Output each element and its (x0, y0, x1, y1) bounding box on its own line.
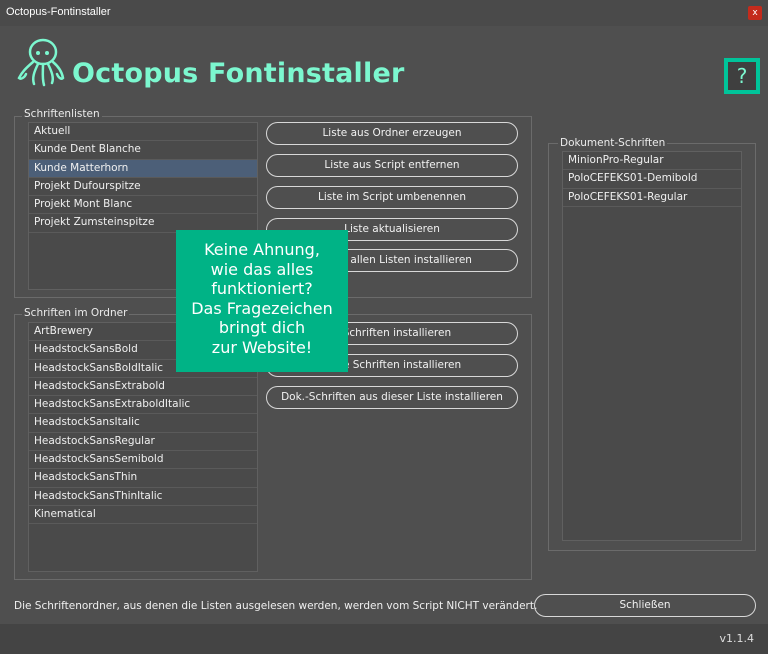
create-list-from-folder-button[interactable]: Liste aus Ordner erzeugen (266, 122, 518, 145)
app-title: Octopus Fontinstaller (72, 58, 405, 89)
list-item[interactable]: Projekt Mont Blanc (29, 196, 257, 215)
list-item[interactable]: PoloCEFEKS01-Demibold (563, 170, 741, 189)
version-label: v1.1.4 (719, 632, 755, 645)
list-item[interactable]: HeadstockSansSemibold (29, 451, 257, 470)
document-fonts-group-label: Dokument-Schriften (558, 137, 668, 149)
document-fonts-listbox[interactable]: MinionPro-Regular PoloCEFEKS01-Demibold … (562, 151, 742, 541)
tooltip-line: Keine Ahnung, (204, 240, 320, 259)
list-item[interactable]: MinionPro-Regular (563, 152, 741, 171)
list-item[interactable]: Kinematical (29, 506, 257, 525)
footer-note: Die Schriftenordner, aus denen die Liste… (14, 600, 538, 612)
title-bar: Octopus-Fontinstaller x (0, 0, 768, 26)
folder-fonts-group-label: Schriften im Ordner (22, 307, 130, 319)
list-item[interactable]: HeadstockSansThin (29, 469, 257, 488)
list-item[interactable]: Aktuell (29, 123, 257, 142)
list-item[interactable]: Kunde Dent Blanche (29, 141, 257, 160)
list-item[interactable]: HeadstockSansExtrabold (29, 378, 257, 397)
tooltip-line: zur Website! (211, 337, 313, 357)
list-item[interactable]: Projekt Dufourspitze (29, 178, 257, 197)
close-icon[interactable]: x (748, 6, 762, 20)
help-tooltip: Keine Ahnung, wie das alles funktioniert… (176, 230, 348, 372)
help-button[interactable]: ? (724, 58, 760, 94)
install-doc-fonts-button[interactable]: Dok.-Schriften aus dieser Liste installi… (266, 386, 518, 409)
rename-list-button[interactable]: Liste im Script umbenennen (266, 186, 518, 209)
close-button[interactable]: Schließen (534, 594, 756, 617)
status-bar: v1.1.4 (0, 624, 768, 654)
list-item[interactable]: PoloCEFEKS01-Regular (563, 189, 741, 207)
octopus-logo (17, 38, 65, 87)
list-item[interactable]: HeadstockSansItalic (29, 414, 257, 433)
tooltip-line: bringt dich (218, 318, 306, 338)
tooltip-line: funktioniert? (211, 279, 313, 299)
list-item[interactable]: HeadstockSansRegular (29, 433, 257, 452)
list-item[interactable]: HeadstockSansThinItalic (29, 488, 257, 506)
list-item-selected[interactable]: Kunde Matterhorn (29, 159, 257, 178)
font-lists-group-label: Schriftenlisten (22, 108, 102, 120)
remove-list-button[interactable]: Liste aus Script entfernen (266, 154, 518, 177)
tooltip-line: wie das alles (210, 259, 314, 279)
window-title: Octopus-Fontinstaller (6, 6, 111, 18)
tooltip-line: Das Fragezeichen (191, 298, 333, 318)
list-item[interactable]: HeadstockSansExtraboldItalic (29, 396, 257, 415)
